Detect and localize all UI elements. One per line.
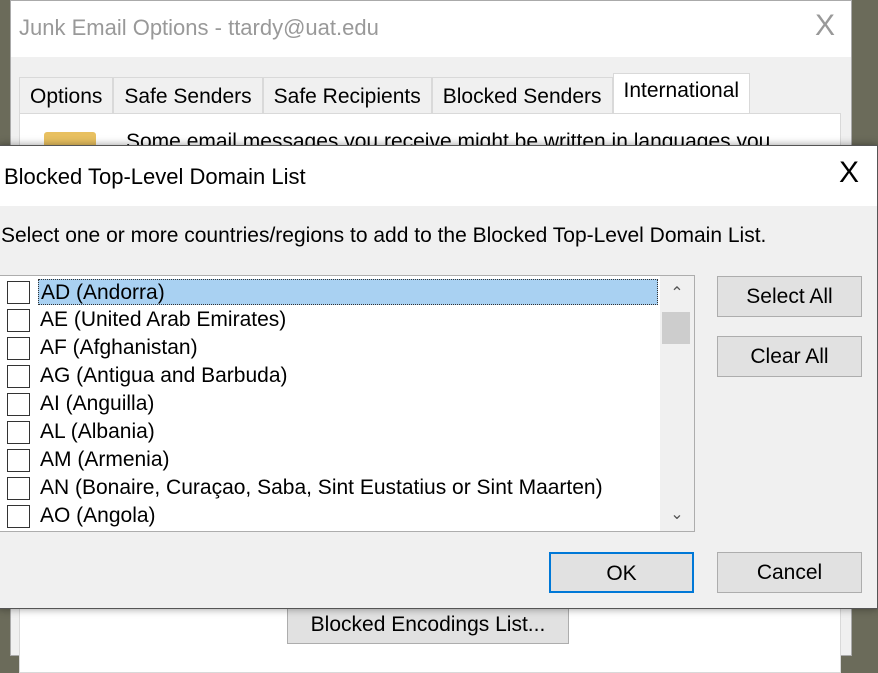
tab-safe-senders[interactable]: Safe Senders <box>113 77 263 113</box>
checkbox[interactable] <box>7 393 30 416</box>
checkbox[interactable] <box>7 365 30 388</box>
select-all-button[interactable]: Select All <box>717 276 862 317</box>
list-item-label: AL (Albania) <box>40 420 155 443</box>
list-item[interactable]: AF (Afghanistan) <box>0 334 660 362</box>
blocked-encodings-list-button[interactable]: Blocked Encodings List... <box>287 606 569 644</box>
close-icon[interactable]: X <box>815 9 835 43</box>
list-item[interactable]: AM (Armenia) <box>0 446 660 474</box>
instruction-text: Select one or more countries/regions to … <box>1 224 767 247</box>
list-item-label: AN (Bonaire, Curaçao, Saba, Sint Eustati… <box>40 476 603 499</box>
scroll-down-icon[interactable]: ⌄ <box>660 501 694 529</box>
cancel-button[interactable]: Cancel <box>717 552 862 593</box>
checkbox[interactable] <box>7 309 30 332</box>
tab-bar: Options Safe Senders Safe Recipients Blo… <box>19 73 751 113</box>
tab-international[interactable]: International <box>612 73 751 113</box>
checkbox[interactable] <box>7 421 30 444</box>
list-item[interactable]: AO (Angola) <box>0 502 660 530</box>
blocked-tld-dialog: Blocked Top-Level Domain List X Select o… <box>0 145 878 609</box>
list-item[interactable]: AN (Bonaire, Curaçao, Saba, Sint Eustati… <box>0 474 660 502</box>
scroll-up-icon[interactable]: ⌃ <box>660 280 694 308</box>
clear-all-button[interactable]: Clear All <box>717 336 862 377</box>
checkbox[interactable] <box>7 337 30 360</box>
list-item[interactable]: AD (Andorra) <box>0 278 660 306</box>
checkbox[interactable] <box>7 449 30 472</box>
list-item-label: AE (United Arab Emirates) <box>40 308 287 331</box>
checkbox[interactable] <box>7 477 30 500</box>
scrollbar[interactable]: ⌃ ⌄ <box>660 276 694 531</box>
list-item-label: AI (Anguilla) <box>40 392 155 415</box>
country-list[interactable]: AO (Angola) AN (Bonaire, Curaçao, Saba, S… <box>0 275 695 532</box>
list-item-label: AF (Afghanistan) <box>40 336 198 359</box>
tab-blocked-senders[interactable]: Blocked Senders <box>431 77 613 113</box>
list-item-label: AG (Antigua and Barbuda) <box>40 364 288 387</box>
list-item-label: AO (Angola) <box>40 504 156 527</box>
list-item-label: AM (Armenia) <box>40 448 170 471</box>
scroll-thumb[interactable] <box>662 312 690 344</box>
tab-safe-recipients[interactable]: Safe Recipients <box>262 77 432 113</box>
list-item-label: AD (Andorra) <box>38 279 658 305</box>
window-title: Junk Email Options - ttardy@uat.edu <box>19 15 379 40</box>
ok-button[interactable]: OK <box>549 552 694 593</box>
dialog-title: Blocked Top-Level Domain List <box>4 164 306 189</box>
dialog-title-bar: Blocked Top-Level Domain List X <box>0 146 877 206</box>
tab-options[interactable]: Options <box>19 77 114 113</box>
list-item[interactable]: AE (United Arab Emirates) <box>0 306 660 334</box>
list-item[interactable]: AI (Anguilla) <box>0 390 660 418</box>
list-item[interactable]: AL (Albania) <box>0 418 660 446</box>
checkbox[interactable] <box>7 281 30 304</box>
list-item[interactable]: AG (Antigua and Barbuda) <box>0 362 660 390</box>
close-icon[interactable]: X <box>839 156 859 190</box>
title-bar: Junk Email Options - ttardy@uat.edu X <box>11 1 851 57</box>
checkbox[interactable] <box>7 505 30 528</box>
